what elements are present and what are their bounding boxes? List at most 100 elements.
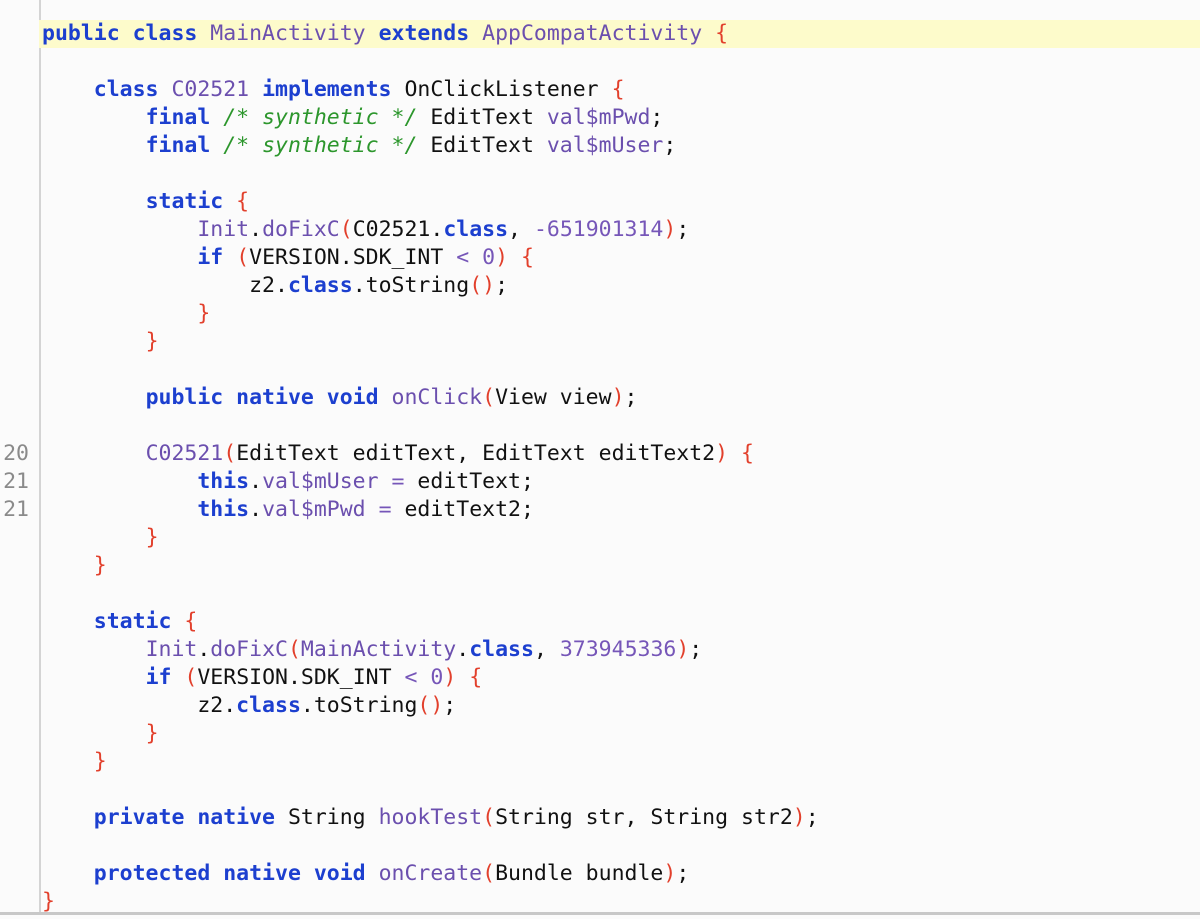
literal-token: = xyxy=(391,469,418,494)
code-line[interactable]: } xyxy=(0,328,1200,356)
code-token: , xyxy=(508,217,534,242)
punctuation-token: () xyxy=(469,273,496,298)
literal-token: < 0 xyxy=(404,665,444,690)
code-line[interactable] xyxy=(0,832,1200,860)
punctuation-token: } xyxy=(93,553,107,578)
code-token: OnClickListener xyxy=(404,77,612,102)
code-line[interactable]: if (VERSION.SDK_INT < 0) { xyxy=(0,664,1200,692)
code-line[interactable] xyxy=(0,160,1200,188)
code-line[interactable]: final /* synthetic */ EditText val$mPwd; xyxy=(0,104,1200,132)
identifier-token: val$mUser xyxy=(262,469,392,494)
punctuation-token: ( xyxy=(287,637,301,662)
code-token: editText2; xyxy=(404,497,534,522)
code-text: if (VERSION.SDK_INT < 0) { xyxy=(42,664,483,692)
keyword-token: static xyxy=(93,609,185,634)
code-line[interactable]: } xyxy=(0,748,1200,776)
code-text: public native void onClick(View view); xyxy=(42,384,638,412)
code-line[interactable]: Init.doFixC(MainActivity.class, 37394533… xyxy=(0,636,1200,664)
code-line[interactable]: } xyxy=(0,300,1200,328)
code-line[interactable]: static { xyxy=(0,608,1200,636)
punctuation-token: } xyxy=(145,329,159,354)
code-text: z2.class.toString(); xyxy=(42,272,508,300)
code-line[interactable] xyxy=(0,356,1200,384)
literal-token: -651901314 xyxy=(533,217,664,242)
keyword-token: this xyxy=(197,497,250,522)
keyword-token: if xyxy=(145,665,185,690)
code-line[interactable]: if (VERSION.SDK_INT < 0) { xyxy=(0,244,1200,272)
punctuation-token: ( xyxy=(482,385,496,410)
keyword-token: class xyxy=(93,77,172,102)
code-line[interactable]: protected native void onCreate(Bundle bu… xyxy=(0,860,1200,888)
punctuation-token: ) { xyxy=(443,665,483,690)
code-line[interactable] xyxy=(0,412,1200,440)
comment-token: /* synthetic */ xyxy=(223,105,431,130)
code-text: C02521(EditText editText, EditText editT… xyxy=(42,440,754,468)
keyword-token: private native xyxy=(93,805,288,830)
code-text: Init.doFixC(MainActivity.class, 37394533… xyxy=(42,636,703,664)
literal-token: < 0 xyxy=(456,245,496,270)
code-line[interactable]: 21 this.val$mUser = editText; xyxy=(0,468,1200,496)
keyword-token: class xyxy=(287,273,353,298)
code-token: ; xyxy=(624,385,638,410)
code-line[interactable]: z2.class.toString(); xyxy=(0,692,1200,720)
code-line[interactable]: private native String hookTest(String st… xyxy=(0,804,1200,832)
identifier-token: doFixC xyxy=(262,217,340,242)
punctuation-token: ( xyxy=(236,245,250,270)
code-editor[interactable]: public class MainActivity extends AppCom… xyxy=(0,20,1200,916)
code-token: , xyxy=(533,637,560,662)
code-token: z2. xyxy=(42,273,288,298)
punctuation-token: () xyxy=(417,693,444,718)
punctuation-token: ) { xyxy=(495,245,534,270)
code-line[interactable]: } xyxy=(0,720,1200,748)
punctuation-token: { xyxy=(184,609,198,634)
code-line[interactable]: Init.doFixC(C02521.class, -651901314); xyxy=(0,216,1200,244)
code-token: ; xyxy=(689,637,703,662)
code-token: ; xyxy=(443,693,457,718)
code-line[interactable]: 21 this.val$mPwd = editText2; xyxy=(0,496,1200,524)
code-line[interactable]: public native void onClick(View view); xyxy=(0,384,1200,412)
code-line[interactable]: public class MainActivity extends AppCom… xyxy=(0,20,1200,48)
editor-bottom-border xyxy=(0,912,1200,915)
punctuation-token: ) xyxy=(663,217,677,242)
code-line[interactable]: static { xyxy=(0,188,1200,216)
code-token: ; xyxy=(495,273,509,298)
code-line[interactable]: final /* synthetic */ EditText val$mUser… xyxy=(0,132,1200,160)
code-text: private native String hookTest(String st… xyxy=(42,804,819,832)
code-line[interactable]: z2.class.toString(); xyxy=(0,272,1200,300)
code-token: z2. xyxy=(42,693,237,718)
code-text: final /* synthetic */ EditText val$mUser… xyxy=(42,132,677,160)
code-line[interactable]: class C02521 implements OnClickListener … xyxy=(0,76,1200,104)
identifier-token: val$mPwd xyxy=(546,105,651,130)
keyword-token: class xyxy=(469,637,534,662)
code-line[interactable] xyxy=(0,776,1200,804)
code-token: .toString xyxy=(300,693,418,718)
code-text: protected native void onCreate(Bundle bu… xyxy=(42,860,689,888)
identifier-token: hookTest xyxy=(378,805,483,830)
keyword-token: final xyxy=(145,105,224,130)
identifier-token: MainActivity xyxy=(300,637,457,662)
code-line[interactable] xyxy=(0,48,1200,76)
line-number: 21 xyxy=(3,469,29,494)
identifier-token: onClick xyxy=(391,385,483,410)
code-token: . xyxy=(249,469,263,494)
code-line[interactable] xyxy=(0,580,1200,608)
punctuation-token: ( xyxy=(482,805,496,830)
punctuation-token: { xyxy=(611,77,625,102)
code-token: ; xyxy=(676,217,690,242)
code-line[interactable]: } xyxy=(0,552,1200,580)
punctuation-token: } xyxy=(42,889,55,914)
code-line[interactable]: 20 C02521(EditText editText, EditText ed… xyxy=(0,440,1200,468)
code-line[interactable]: } xyxy=(0,524,1200,552)
punctuation-token: } xyxy=(145,721,159,746)
identifier-token: Init xyxy=(145,637,198,662)
